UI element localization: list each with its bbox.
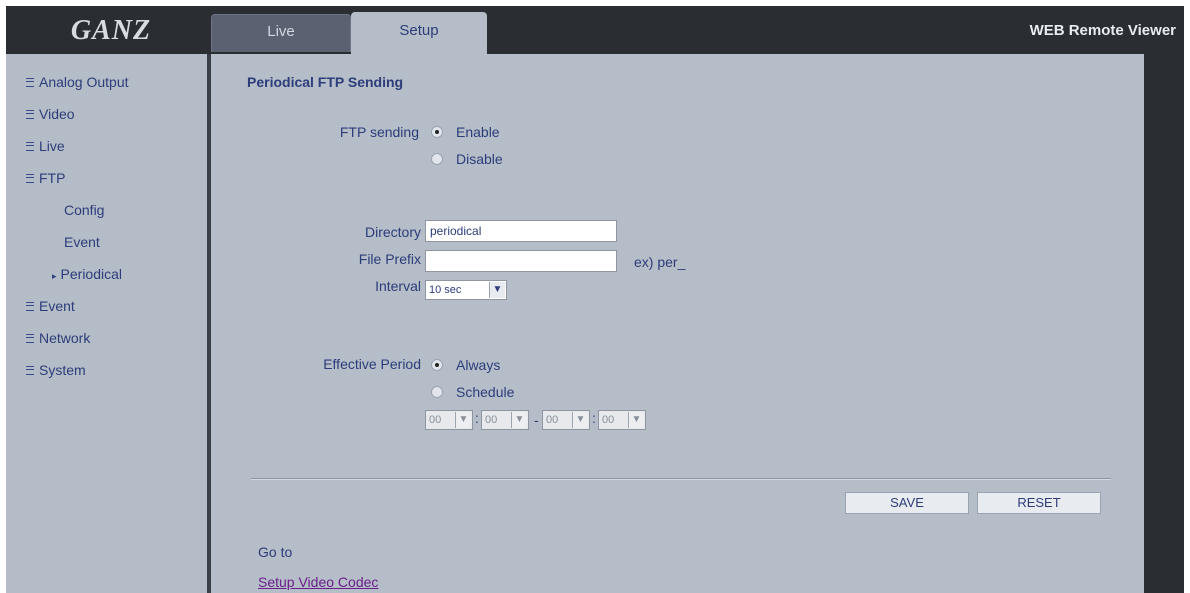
- schedule-end-min-value: 00: [602, 414, 615, 426]
- sidebar: Analog Output Video Live FTP Config Even…: [6, 54, 207, 593]
- ftp-sending-label: FTP sending: [339, 124, 419, 140]
- sidebar-item-label: Config: [64, 202, 105, 218]
- period-always-radio[interactable]: [431, 359, 443, 371]
- tab-setup[interactable]: Setup: [351, 12, 487, 54]
- interval-value: 10 sec: [429, 284, 462, 296]
- sidebar-item-label: FTP: [39, 170, 66, 186]
- list-bullet-icon: [26, 301, 34, 311]
- sidebar-item-label: Analog Output: [39, 74, 129, 90]
- time-separator: :: [592, 410, 596, 426]
- sidebar-item-label: Network: [39, 330, 91, 346]
- sidebar-item-ftp[interactable]: FTP: [26, 170, 65, 186]
- active-arrow-icon: ▸: [52, 271, 57, 281]
- schedule-start-min-select[interactable]: 00 ▼: [481, 410, 529, 430]
- save-button[interactable]: SAVE: [845, 492, 969, 514]
- sidebar-item-label: System: [39, 362, 86, 378]
- range-separator: -: [534, 412, 539, 428]
- ganz-logo: GANZ: [70, 15, 152, 46]
- chevron-down-icon: ▼: [572, 412, 588, 428]
- ftp-disable-label: Disable: [456, 151, 503, 167]
- reset-button[interactable]: RESET: [977, 492, 1101, 514]
- app-frame: GANZ Live Setup WEB Remote Viewer Analog…: [6, 6, 1184, 593]
- time-separator: :: [475, 410, 479, 426]
- tab-live[interactable]: Live: [211, 14, 351, 52]
- app-title: WEB Remote Viewer: [1029, 22, 1176, 39]
- file-prefix-example: ex) per_: [634, 254, 686, 270]
- sidebar-item-video[interactable]: Video: [26, 106, 75, 122]
- sidebar-item-network[interactable]: Network: [26, 330, 90, 346]
- sidebar-item-label: Periodical: [60, 266, 123, 282]
- sidebar-item-live[interactable]: Live: [26, 138, 65, 154]
- chevron-down-icon: ▼: [489, 282, 505, 298]
- list-bullet-icon: [26, 333, 34, 343]
- period-schedule-label: Schedule: [456, 384, 515, 400]
- sidebar-item-label: Video: [39, 106, 75, 122]
- schedule-end-hour-select[interactable]: 00 ▼: [542, 410, 590, 430]
- period-schedule-radio[interactable]: [431, 386, 443, 398]
- list-bullet-icon: [26, 141, 34, 151]
- sidebar-item-ftp-event[interactable]: Event: [64, 234, 100, 250]
- schedule-start-hour-select[interactable]: 00 ▼: [425, 410, 473, 430]
- file-prefix-input[interactable]: [425, 250, 617, 272]
- sidebar-item-system[interactable]: System: [26, 362, 86, 378]
- list-bullet-icon: [26, 109, 34, 119]
- directory-label: Directory: [364, 224, 421, 240]
- period-always-label: Always: [456, 357, 501, 373]
- chevron-down-icon: ▼: [628, 412, 644, 428]
- list-bullet-icon: [26, 173, 34, 183]
- sidebar-item-ftp-config[interactable]: Config: [64, 202, 104, 218]
- chevron-down-icon: ▼: [511, 412, 527, 428]
- sidebar-item-analog-output[interactable]: Analog Output: [26, 74, 129, 90]
- schedule-end-hour-value: 00: [546, 414, 559, 426]
- ftp-enable-label: Enable: [456, 124, 500, 140]
- sidebar-item-label: Event: [64, 234, 100, 250]
- ftp-disable-radio[interactable]: [431, 153, 443, 165]
- ftp-enable-radio[interactable]: [431, 126, 443, 138]
- sidebar-item-ftp-periodical[interactable]: ▸ Periodical: [52, 266, 122, 282]
- interval-select[interactable]: 10 sec ▼: [425, 280, 507, 300]
- main-panel: Periodical FTP Sending FTP sending Enabl…: [211, 54, 1144, 593]
- form-divider: [251, 478, 1111, 480]
- effective-period-label: Effective Period: [323, 356, 421, 372]
- goto-label: Go to: [258, 544, 293, 560]
- schedule-start-hour-value: 00: [429, 414, 442, 426]
- schedule-end-min-select[interactable]: 00 ▼: [598, 410, 646, 430]
- setup-video-codec-link[interactable]: Setup Video Codec: [258, 574, 378, 590]
- directory-input[interactable]: periodical: [425, 220, 617, 242]
- list-bullet-icon: [26, 365, 34, 375]
- section-title: Periodical FTP Sending: [247, 74, 404, 90]
- file-prefix-label: File Prefix: [358, 251, 421, 267]
- sidebar-item-label: Live: [39, 138, 65, 154]
- list-bullet-icon: [26, 77, 34, 87]
- chevron-down-icon: ▼: [455, 412, 471, 428]
- interval-label: Interval: [375, 278, 421, 294]
- sidebar-item-label: Event: [39, 298, 75, 314]
- sidebar-item-event[interactable]: Event: [26, 298, 75, 314]
- schedule-start-min-value: 00: [485, 414, 498, 426]
